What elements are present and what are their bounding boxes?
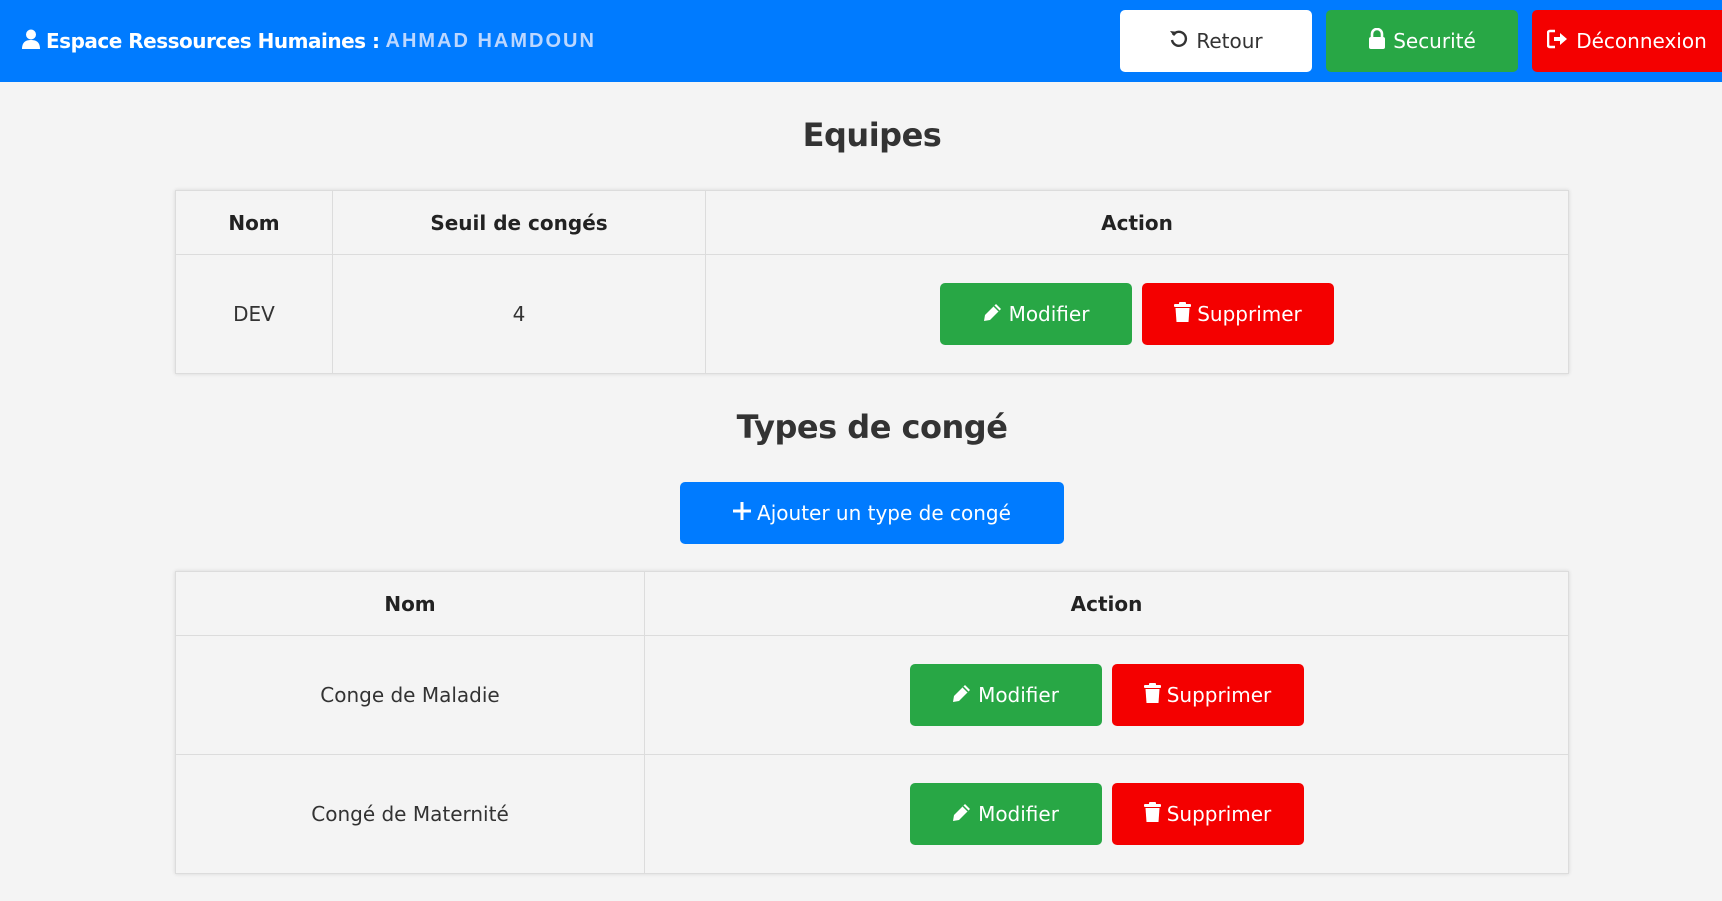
undo-icon	[1169, 29, 1196, 54]
delete-label: Supprimer	[1197, 302, 1302, 326]
team-threshold: 4	[332, 254, 706, 374]
teams-header-row: Nom Seuil de congés Action	[175, 190, 1569, 255]
logout-button[interactable]: Déconnexion	[1532, 10, 1722, 72]
team-name: DEV	[175, 254, 333, 374]
edit-label: Modifier	[978, 683, 1059, 707]
logout-button-label: Déconnexion	[1576, 29, 1707, 53]
teams-col-action: Action	[705, 190, 1569, 255]
lock-icon	[1368, 27, 1393, 54]
sign-out-icon	[1546, 29, 1576, 54]
user-icon	[22, 29, 46, 54]
add-leave-type-button[interactable]: Ajouter un type de congé	[680, 482, 1064, 544]
leave-type-name: Conge de Maladie	[175, 635, 645, 755]
edit-leave-type-button[interactable]: Modifier	[909, 783, 1102, 845]
edit-team-button[interactable]: Modifier	[940, 283, 1132, 345]
delete-label: Supprimer	[1166, 683, 1272, 707]
pencil-icon	[952, 683, 978, 708]
leave-types-table: Nom Action Conge de Maladie Modifier Sup…	[175, 571, 1569, 874]
security-button-label: Securité	[1393, 29, 1476, 53]
leave-types-col-action: Action	[644, 571, 1569, 636]
teams-title: Equipes	[802, 116, 942, 154]
trash-icon	[1174, 301, 1197, 327]
user-name: AHMAD HAMDOUN	[385, 29, 596, 52]
leave-types-header-row: Nom Action	[175, 571, 1569, 636]
delete-team-button[interactable]: Supprimer	[1142, 283, 1334, 345]
pencil-icon	[983, 302, 1009, 327]
edit-leave-type-button[interactable]: Modifier	[909, 664, 1102, 726]
pencil-icon	[952, 802, 978, 827]
add-leave-type-label: Ajouter un type de congé	[757, 501, 1011, 525]
table-row: DEV 4 Modifier Supprimer	[175, 254, 1569, 374]
security-button[interactable]: Securité	[1326, 10, 1518, 72]
back-button[interactable]: Retour	[1120, 10, 1312, 72]
table-row: Conge de Maladie Modifier Supprimer	[175, 635, 1569, 755]
table-row: Congé de Maternité Modifier Supprimer	[175, 754, 1569, 874]
leave-types-col-name: Nom	[175, 571, 645, 636]
delete-label: Supprimer	[1166, 802, 1272, 826]
teams-table: Nom Seuil de congés Action DEV 4 Modifie…	[175, 190, 1569, 374]
trash-icon	[1143, 801, 1167, 827]
brand: Espace Ressources Humaines : AHMAD HAMDO…	[22, 27, 596, 55]
team-actions: Modifier Supprimer	[705, 254, 1569, 374]
delete-leave-type-button[interactable]: Supprimer	[1111, 783, 1304, 845]
edit-label: Modifier	[978, 802, 1059, 826]
delete-leave-type-button[interactable]: Supprimer	[1111, 664, 1304, 726]
top-navbar: Espace Ressources Humaines : AHMAD HAMDO…	[0, 0, 1722, 82]
trash-icon	[1143, 682, 1167, 708]
app-title: Espace Ressources Humaines :	[46, 29, 380, 53]
edit-label: Modifier	[1008, 302, 1090, 326]
leave-type-name: Congé de Maternité	[175, 754, 645, 874]
plus-icon	[733, 501, 757, 525]
teams-col-threshold: Seuil de congés	[332, 190, 706, 255]
leave-types-title: Types de congé	[736, 408, 1008, 446]
leave-type-actions: Modifier Supprimer	[644, 754, 1569, 874]
back-button-label: Retour	[1196, 29, 1263, 53]
teams-col-name: Nom	[175, 190, 333, 255]
leave-type-actions: Modifier Supprimer	[644, 635, 1569, 755]
